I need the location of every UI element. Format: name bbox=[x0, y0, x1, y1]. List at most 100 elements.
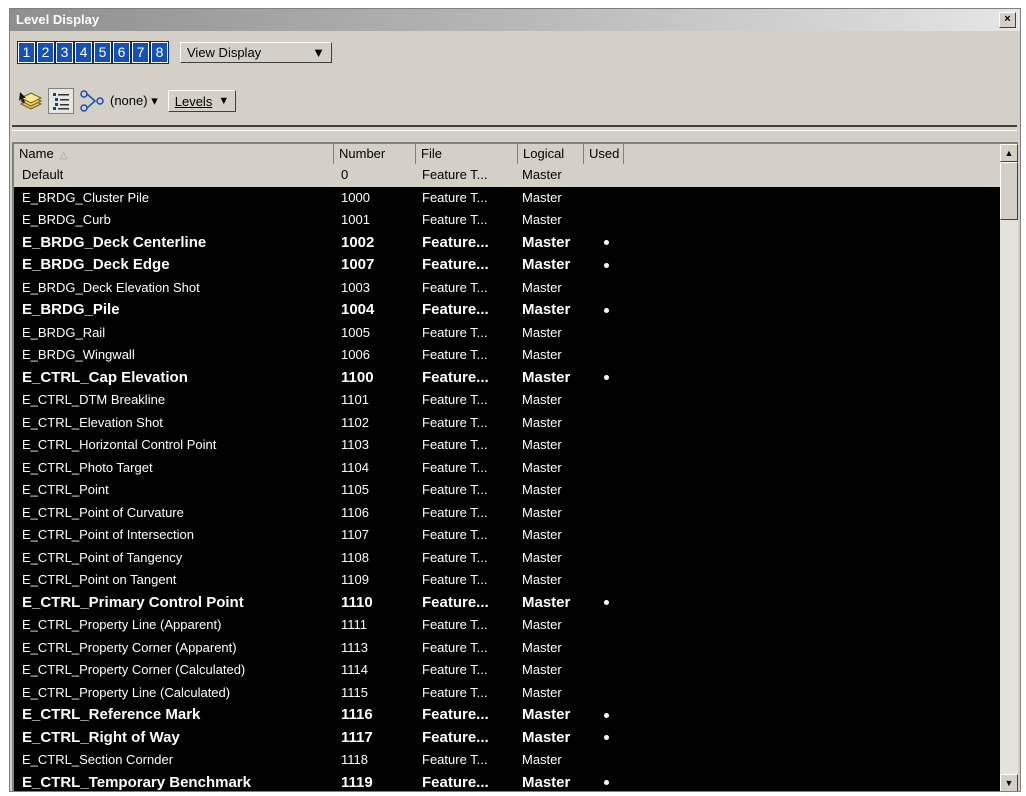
column-header-file[interactable]: File bbox=[416, 144, 518, 164]
used-indicator-icon bbox=[604, 375, 609, 381]
table-row[interactable]: E_CTRL_Property Corner (Calculated) 1114 F… bbox=[14, 659, 1000, 682]
table-row[interactable]: E_CTRL_Point of Intersection 1107 Feature … bbox=[14, 524, 1000, 547]
view-button-2[interactable]: 2 bbox=[37, 41, 54, 63]
table-row[interactable]: E_CTRL_Right of Way 1117 Feature... Master bbox=[14, 727, 1000, 750]
column-header-number[interactable]: Number bbox=[334, 144, 416, 164]
table-row[interactable]: E_CTRL_Property Line (Apparent) 1111 Featu… bbox=[14, 614, 1000, 637]
table-row[interactable]: E_CTRL_Horizontal Control Point 1103 Featu… bbox=[14, 434, 1000, 457]
table-row[interactable]: E_BRDG_Deck Elevation Shot 1003 Feature T.… bbox=[14, 277, 1000, 300]
table-row[interactable]: E_BRDG_Pile 1004 Feature... Master bbox=[14, 299, 1000, 322]
level-number-cell: 0 bbox=[341, 167, 349, 182]
used-indicator-icon bbox=[604, 307, 609, 313]
column-header-logical[interactable]: Logical bbox=[518, 144, 584, 164]
table-row[interactable]: E_CTRL_Point on Tangent 1109 Feature T... M… bbox=[14, 569, 1000, 592]
level-name-cell: E_BRDG_Deck Elevation Shot bbox=[22, 279, 200, 295]
level-name-cell: E_BRDG_Curb bbox=[22, 212, 111, 227]
table-row[interactable]: E_CTRL_Point 1105 Feature T... Master bbox=[14, 479, 1000, 502]
table-row[interactable]: E_CTRL_Point of Tangency 1108 Feature T...… bbox=[14, 547, 1000, 570]
table-row[interactable]: E_CTRL_Primary Control Point 1110 Feature.… bbox=[14, 592, 1000, 615]
level-logical-cell: Master bbox=[522, 459, 562, 475]
level-file-cell: Feature... bbox=[422, 256, 489, 273]
level-name-cell: E_CTRL_Primary Control Point bbox=[22, 593, 244, 611]
divider bbox=[12, 125, 1017, 131]
view-display-dropdown[interactable]: View Display ▼ bbox=[180, 41, 332, 63]
view-button-4[interactable]: 4 bbox=[75, 41, 92, 63]
level-name-cell: E_CTRL_Property Line (Calculated) bbox=[22, 684, 231, 700]
view-button-3[interactable]: 3 bbox=[56, 41, 73, 63]
level-name-cell: E_CTRL_Point on Tangent bbox=[22, 572, 177, 587]
table-row[interactable]: E_CTRL_Property Line (Calculated) 1115 Fea… bbox=[14, 682, 1000, 705]
table-row[interactable]: E_BRDG_Cluster Pile 1000 Feature T... Maste… bbox=[14, 187, 1000, 210]
level-file-cell: Feature T... bbox=[422, 617, 488, 632]
filter-dropdown[interactable]: (none) ▾ bbox=[110, 93, 158, 109]
level-used-cell bbox=[584, 164, 624, 187]
table-row[interactable]: E_BRDG_Deck Centerline 1002 Feature... Mast… bbox=[14, 232, 1000, 255]
level-used-cell bbox=[584, 772, 624, 792]
table-row[interactable]: E_CTRL_Elevation Shot 1102 Feature T... Mas… bbox=[14, 412, 1000, 435]
level-number-cell: 1104 bbox=[341, 459, 369, 475]
view-display-value: View Display bbox=[187, 44, 262, 60]
level-used-cell bbox=[584, 614, 624, 637]
title-bar[interactable]: Level Display × bbox=[10, 9, 1020, 31]
table-row[interactable]: E_CTRL_DTM Breakline 1101 Feature T... Mast… bbox=[14, 389, 1000, 412]
level-logical-cell: Master bbox=[522, 684, 562, 700]
level-used-cell bbox=[584, 209, 624, 232]
level-used-cell bbox=[584, 277, 624, 300]
level-name-cell: E_CTRL_Property Corner (Apparent) bbox=[22, 639, 237, 655]
level-number-cell: 1113 bbox=[341, 639, 368, 655]
level-name-cell: E_CTRL_Cap Elevation bbox=[22, 368, 188, 386]
level-file-cell: Feature T... bbox=[422, 347, 488, 362]
list-rows: Default 0 Feature T... Master E_BRDG_Cluster… bbox=[14, 164, 1000, 792]
level-logical-cell: Master bbox=[522, 549, 562, 565]
scroll-thumb[interactable] bbox=[1000, 162, 1018, 220]
column-header-name[interactable]: Name △ bbox=[14, 144, 334, 164]
list-header: Name △ Number File Logical Used bbox=[14, 144, 1000, 164]
table-row[interactable]: E_BRDG_Rail 1005 Feature T... Master bbox=[14, 322, 1000, 345]
view-button-8[interactable]: 8 bbox=[151, 41, 168, 63]
table-row[interactable]: E_CTRL_Property Corner (Apparent) 1113 Fea… bbox=[14, 637, 1000, 660]
table-row[interactable]: E_BRDG_Wingwall 1006 Feature T... Master bbox=[14, 344, 1000, 367]
table-row[interactable]: E_BRDG_Deck Edge 1007 Feature... Master bbox=[14, 254, 1000, 277]
chevron-down-icon: ▾ bbox=[151, 93, 158, 108]
scroll-up-button[interactable]: ▲ bbox=[1000, 144, 1018, 162]
close-button[interactable]: × bbox=[999, 12, 1016, 28]
level-number-cell: 1002 bbox=[341, 233, 375, 251]
used-indicator-icon bbox=[604, 600, 609, 606]
column-header-used[interactable]: Used bbox=[584, 144, 624, 164]
details-view-icon[interactable] bbox=[48, 88, 74, 114]
table-row[interactable]: E_CTRL_Temporary Benchmark 1119 Feature...… bbox=[14, 772, 1000, 792]
level-used-cell bbox=[584, 232, 624, 255]
table-row[interactable]: E_CTRL_Point of Curvature 1106 Feature T..… bbox=[14, 502, 1000, 525]
levels-menu-button[interactable]: Levels ▼ bbox=[167, 90, 237, 112]
level-number-cell: 1004 bbox=[341, 301, 375, 318]
sort-ascending-icon: △ bbox=[59, 150, 68, 161]
table-row[interactable]: Default 0 Feature T... Master bbox=[14, 164, 1000, 187]
level-name-cell: E_CTRL_Property Line (Apparent) bbox=[22, 617, 222, 632]
level-logical-cell: Master bbox=[522, 617, 562, 632]
vertical-scrollbar[interactable]: ▲ ▼ bbox=[1000, 144, 1018, 791]
table-row[interactable]: E_BRDG_Curb 1001 Feature T... Master bbox=[14, 209, 1000, 232]
scroll-down-button[interactable]: ▼ bbox=[1000, 774, 1018, 791]
table-row[interactable]: E_CTRL_Photo Target 1104 Feature T... Maste… bbox=[14, 457, 1000, 480]
level-number-cell: 1106 bbox=[341, 504, 369, 520]
window-title: Level Display bbox=[16, 12, 100, 27]
view-button-6[interactable]: 6 bbox=[113, 41, 130, 63]
table-row[interactable]: E_CTRL_Reference Mark 1116 Feature... Maste… bbox=[14, 704, 1000, 727]
table-row[interactable]: E_CTRL_Cap Elevation 1100 Feature... Master bbox=[14, 367, 1000, 390]
level-logical-cell: Master bbox=[522, 212, 562, 227]
table-row[interactable]: E_CTRL_Section Cornder 1118 Feature T... Ma… bbox=[14, 749, 1000, 772]
level-file-cell: Feature... bbox=[422, 368, 489, 386]
filter-icon[interactable] bbox=[78, 88, 104, 114]
level-used-cell bbox=[584, 637, 624, 660]
level-file-cell: Feature T... bbox=[422, 482, 488, 497]
level-name-cell: E_CTRL_Right of Way bbox=[22, 728, 180, 746]
level-number-cell: 1100 bbox=[341, 368, 374, 386]
view-button-5[interactable]: 5 bbox=[94, 41, 111, 63]
view-button-7[interactable]: 7 bbox=[132, 41, 149, 63]
level-logical-cell: Master bbox=[522, 504, 562, 520]
view-button-1[interactable]: 1 bbox=[18, 41, 35, 63]
level-name-cell: E_CTRL_Point bbox=[22, 482, 109, 497]
level-name-cell: E_BRDG_Pile bbox=[22, 301, 120, 318]
level-used-cell bbox=[584, 682, 624, 705]
level-manager-icon[interactable] bbox=[18, 88, 44, 114]
